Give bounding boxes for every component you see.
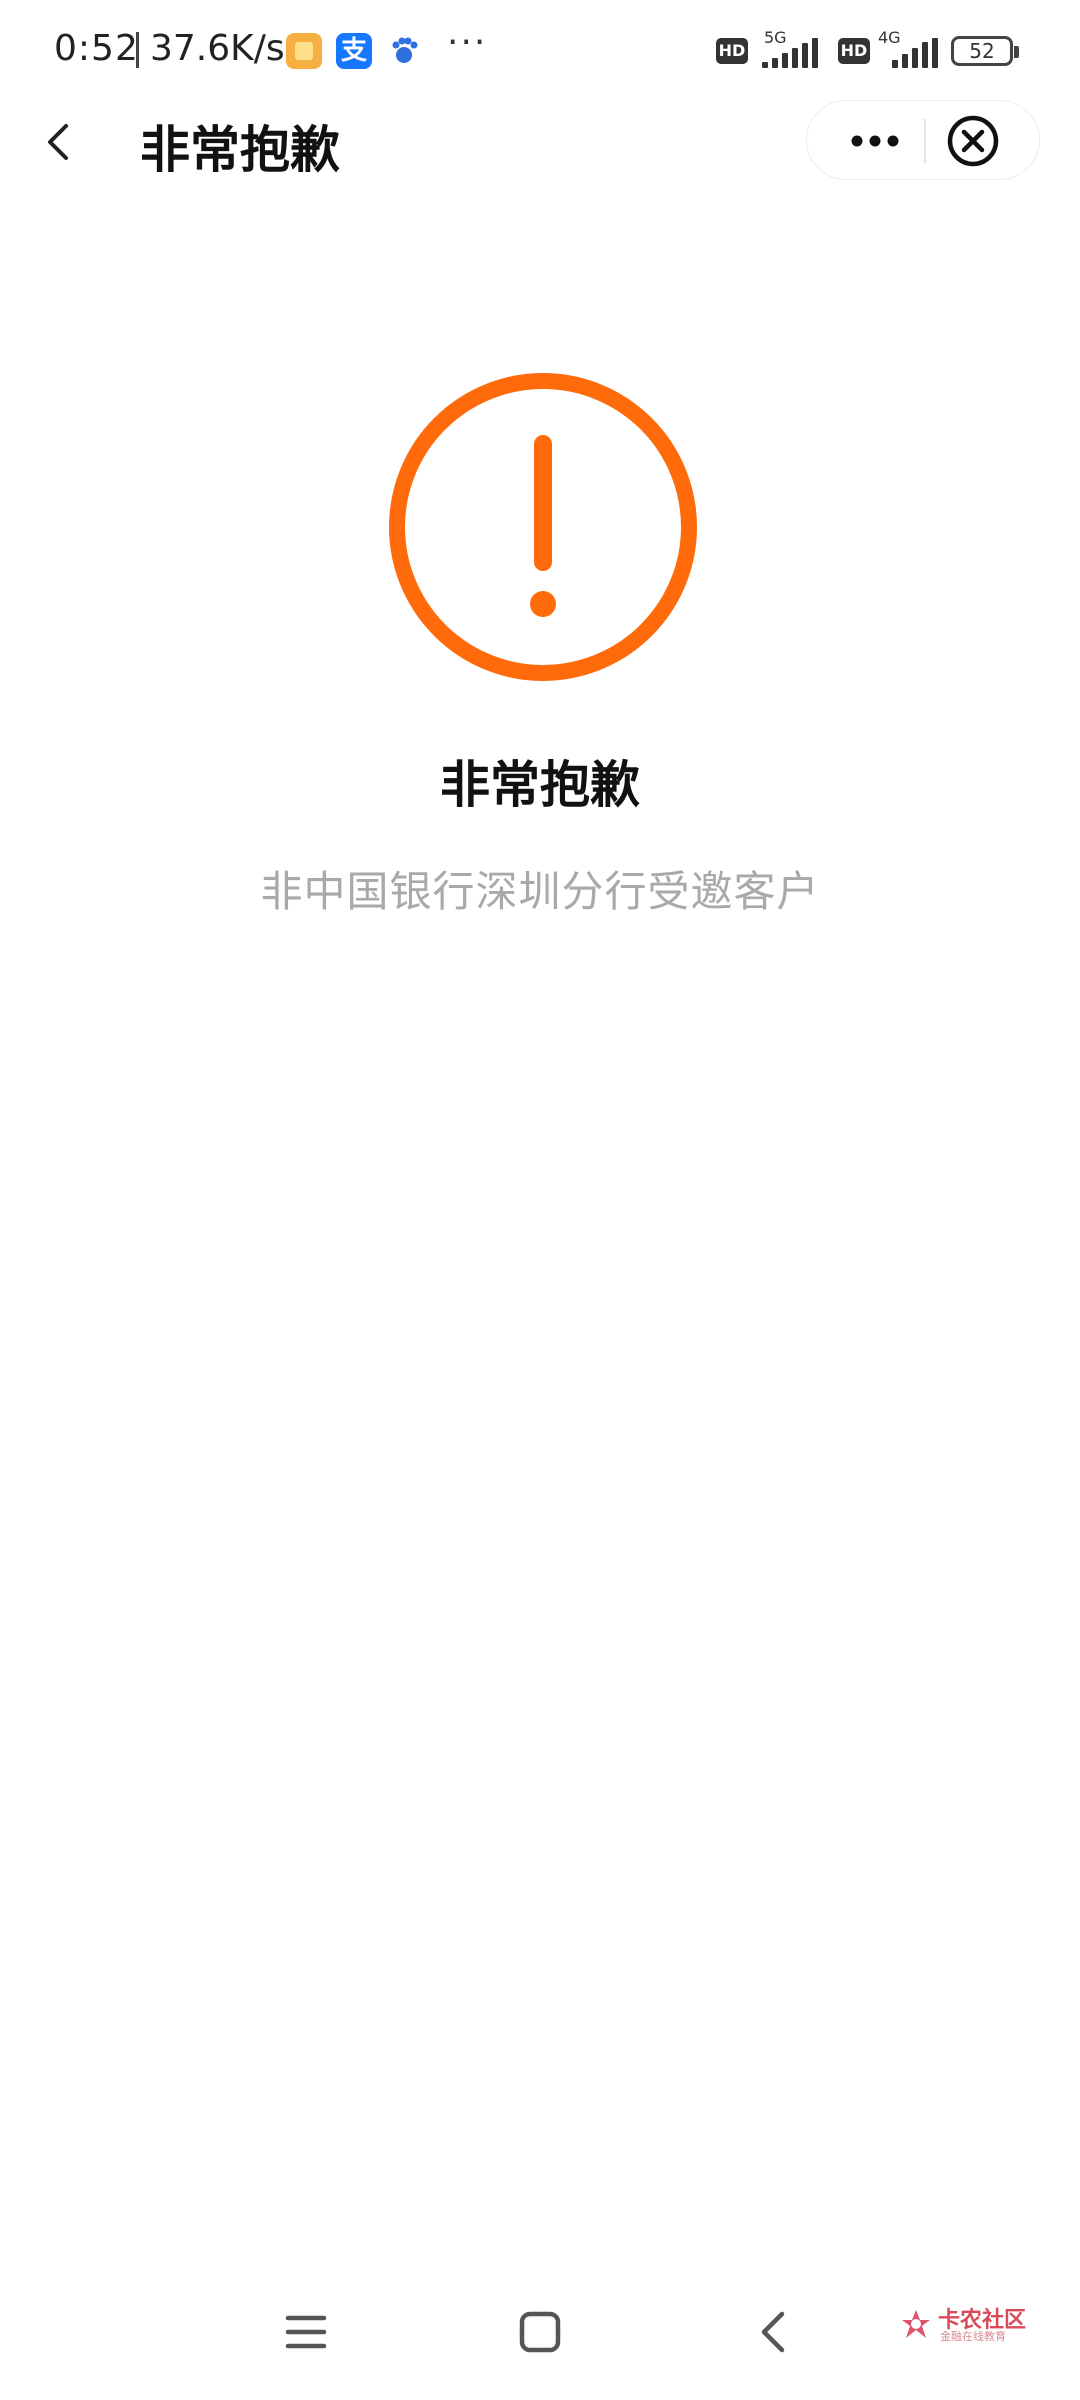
nav-bar: 非常抱歉 [0, 100, 1080, 280]
home-button[interactable] [510, 2302, 570, 2362]
system-back-button[interactable] [744, 2302, 804, 2362]
signal-icon-sim1 [762, 38, 822, 68]
back-chevron-icon [761, 2311, 785, 2353]
baidu-icon [386, 33, 422, 69]
result-description: 非中国银行深圳分行受邀客户 [260, 867, 820, 916]
status-bar: 0:52 37.6K/s 支 ··· HD 5G HD 4G 52 [0, 0, 1080, 100]
kanong-logo-icon [902, 2310, 930, 2338]
menu-button[interactable] [276, 2302, 336, 2362]
page-title: 非常抱歉 [140, 121, 340, 179]
signal-icon-sim2 [892, 38, 942, 68]
more-button[interactable] [845, 119, 905, 163]
gallery-icon [286, 33, 322, 69]
system-nav-bar: 卡农社区 金融在线教育 [0, 2280, 1080, 2400]
watermark: 卡农社区 金融在线教育 [898, 2302, 1058, 2352]
status-net-speed: 37.6K/s [150, 28, 285, 69]
warning-circle-icon [388, 372, 698, 682]
status-separator [136, 32, 139, 68]
status-more-icon: ··· [447, 22, 488, 63]
alipay-icon: 支 [336, 33, 372, 69]
hd-badge-1: HD [716, 38, 748, 64]
home-square-icon [519, 2311, 561, 2353]
close-button[interactable] [945, 113, 1001, 169]
battery-icon: 52 [951, 36, 1019, 66]
watermark-subtext: 金融在线教育 [940, 2330, 1006, 2343]
status-time: 0:52 [54, 28, 139, 69]
chevron-left-icon [48, 124, 68, 160]
menu-icon [285, 2315, 327, 2349]
more-dots-icon [851, 135, 899, 147]
capsule-divider [924, 119, 926, 163]
mini-program-capsule [806, 100, 1040, 180]
close-circle-icon [947, 115, 999, 167]
hd-badge-2: HD [838, 38, 870, 64]
back-button[interactable] [30, 112, 90, 172]
result-title: 非常抱歉 [440, 756, 640, 814]
